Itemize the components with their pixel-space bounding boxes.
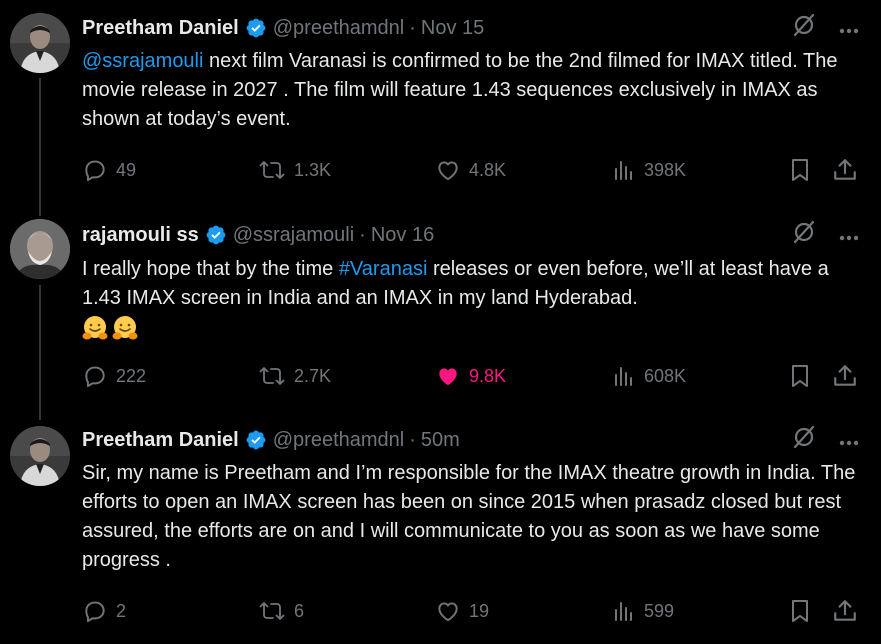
display-name[interactable]: Preetham Daniel <box>82 429 239 452</box>
share-button[interactable] <box>832 596 858 626</box>
grok-icon[interactable] <box>791 12 817 44</box>
repost-button[interactable]: 2.7K <box>258 361 331 391</box>
reply-button[interactable]: 49 <box>82 155 136 185</box>
views-count: 608K <box>644 365 687 386</box>
timestamp[interactable]: 50m <box>421 429 460 452</box>
views-count: 599 <box>644 600 675 621</box>
tweet-header: Preetham Daniel @preethamdnl · Nov 15 <box>82 13 881 43</box>
tweet-header: rajamouli ss @ssrajamouli · Nov 16 <box>82 220 881 250</box>
tweet-actions: 49 1.3K 4.8K 398K <box>82 155 881 185</box>
display-name[interactable]: rajamouli ss <box>82 224 199 247</box>
views-icon <box>615 161 632 180</box>
repost-button[interactable]: 6 <box>258 596 304 626</box>
separator: · <box>409 428 416 451</box>
hashtag-link[interactable]: #Varanasi <box>339 258 428 280</box>
like-icon <box>438 602 458 622</box>
like-count: 4.8K <box>469 159 507 180</box>
tweet-text-body: I really hope that by the time <box>82 258 339 280</box>
handle[interactable]: @preethamdnl <box>273 17 404 40</box>
like-button[interactable]: 9.8K <box>435 361 506 391</box>
share-button[interactable] <box>832 155 858 185</box>
repost-button[interactable]: 1.3K <box>258 155 331 185</box>
separator: · <box>359 223 366 246</box>
bookmark-icon <box>792 159 808 181</box>
like-button[interactable]: 4.8K <box>435 155 506 185</box>
tweet-text: @ssrajamouli next film Varanasi is confi… <box>82 47 872 134</box>
like-button[interactable]: 19 <box>435 596 489 626</box>
views-icon <box>615 602 632 621</box>
reply-count: 2 <box>116 600 127 621</box>
reply-count: 49 <box>116 159 137 180</box>
handle[interactable]: @preethamdnl <box>273 429 404 452</box>
avatar[interactable] <box>10 219 70 279</box>
like-icon <box>439 368 457 386</box>
mention-link[interactable]: @ssrajamouli <box>82 50 203 72</box>
reply-count: 222 <box>116 365 147 386</box>
share-icon <box>834 159 856 180</box>
verified-badge-icon <box>245 17 267 39</box>
reply-icon <box>85 601 105 623</box>
views-count: 398K <box>644 159 687 180</box>
bookmark-button[interactable] <box>788 155 812 185</box>
display-name[interactable]: Preetham Daniel <box>82 17 239 40</box>
more-icon[interactable] <box>839 429 859 452</box>
repost-icon <box>259 367 285 385</box>
verified-badge-icon <box>245 429 267 451</box>
hugging-face-emoji <box>82 315 108 341</box>
share-button[interactable] <box>832 361 858 391</box>
reply-button[interactable]: 222 <box>82 361 146 391</box>
more-icon[interactable] <box>839 17 859 40</box>
reply-button[interactable]: 2 <box>82 596 126 626</box>
tweet[interactable]: Preetham Daniel @preethamdnl · Nov 15 @s… <box>0 0 881 205</box>
separator: · <box>409 16 416 39</box>
repost-count: 1.3K <box>294 159 332 180</box>
tweet-actions: 2 6 19 599 <box>82 596 881 626</box>
like-icon <box>438 161 458 181</box>
repost-icon <box>259 161 285 179</box>
bookmark-icon <box>792 600 808 622</box>
tweet[interactable]: Preetham Daniel @preethamdnl · 50m Sir, … <box>0 415 881 644</box>
tweet-actions: 222 2.7K 9.8K 608K <box>82 361 881 391</box>
tweet-text: Sir, my name is Preetham and I’m respons… <box>82 459 872 575</box>
avatar[interactable] <box>10 13 70 73</box>
verified-badge-icon <box>205 224 227 246</box>
tweet-text: I really hope that by the time #Varanasi… <box>82 255 872 342</box>
views-button[interactable]: 608K <box>612 361 686 391</box>
timestamp[interactable]: Nov 15 <box>421 17 484 40</box>
share-icon <box>834 365 856 386</box>
repost-icon <box>259 602 285 620</box>
tweet-text-body: Sir, my name is Preetham and I’m respons… <box>82 462 856 571</box>
timestamp[interactable]: Nov 16 <box>371 224 434 247</box>
reply-icon <box>85 366 105 388</box>
avatar[interactable] <box>10 426 70 486</box>
like-count: 19 <box>469 600 490 621</box>
like-count: 9.8K <box>469 365 507 386</box>
grok-icon[interactable] <box>791 219 817 251</box>
hugging-face-emoji <box>112 315 138 341</box>
bookmark-button[interactable] <box>788 361 812 391</box>
views-button[interactable]: 599 <box>612 596 674 626</box>
bookmark-button[interactable] <box>788 596 812 626</box>
more-icon[interactable] <box>839 224 859 247</box>
views-button[interactable]: 398K <box>612 155 686 185</box>
grok-icon[interactable] <box>791 424 817 456</box>
bookmark-icon <box>792 365 808 387</box>
repost-count: 2.7K <box>294 365 332 386</box>
tweet-header: Preetham Daniel @preethamdnl · 50m <box>82 425 881 455</box>
reply-icon <box>85 160 105 182</box>
repost-count: 6 <box>294 600 305 621</box>
tweet-thread: Preetham Daniel @preethamdnl · Nov 15 @s… <box>0 0 881 644</box>
tweet[interactable]: rajamouli ss @ssrajamouli · Nov 16 I rea… <box>0 205 881 415</box>
views-icon <box>615 367 632 386</box>
share-icon <box>834 600 856 621</box>
handle[interactable]: @ssrajamouli <box>233 224 354 247</box>
